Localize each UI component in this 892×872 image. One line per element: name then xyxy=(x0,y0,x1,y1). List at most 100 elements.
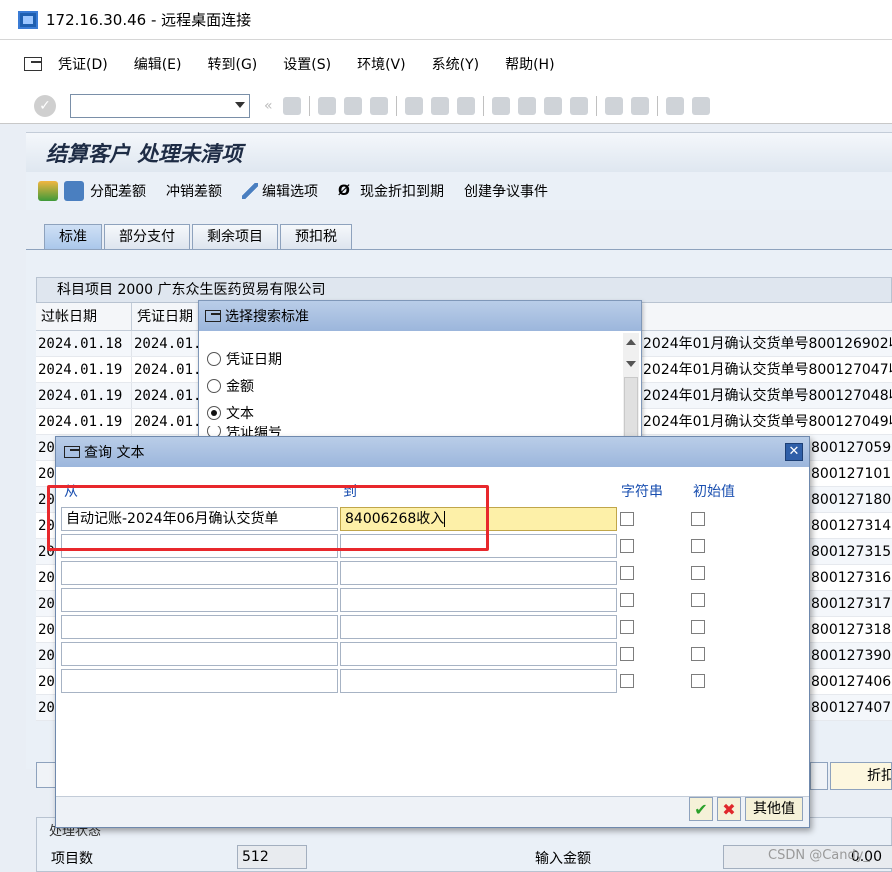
back-icon[interactable] xyxy=(317,96,336,115)
menu-goto[interactable]: 转到(G) xyxy=(208,54,258,74)
cell-document-date: 2024.01. xyxy=(134,414,202,430)
save-icon[interactable] xyxy=(282,96,301,115)
criterion-amount[interactable]: 金额 xyxy=(207,372,282,399)
menu-document[interactable]: 凭证(D) xyxy=(58,54,108,74)
print-icon[interactable] xyxy=(404,96,423,115)
criterion-document-number[interactable]: 凭证编号 xyxy=(207,426,282,436)
close-icon[interactable]: ✕ xyxy=(785,443,803,461)
criterion-label: 文本 xyxy=(226,405,254,422)
cell-posting-date: 2024.01.19 xyxy=(36,357,132,382)
string-checkbox[interactable] xyxy=(620,593,634,607)
radio-button[interactable] xyxy=(207,351,221,366)
enter-check-icon[interactable]: ✓ xyxy=(34,94,56,117)
menu-icon[interactable] xyxy=(24,57,42,71)
string-checkbox[interactable] xyxy=(620,512,634,526)
confirm-button[interactable]: ✔ xyxy=(689,797,713,821)
last-page-icon[interactable] xyxy=(569,96,588,115)
initial-value-checkbox[interactable] xyxy=(691,620,705,634)
chevron-down-icon[interactable] xyxy=(235,101,245,108)
column-string: 字符串 xyxy=(621,484,663,500)
initial-value-checkbox[interactable] xyxy=(691,674,705,688)
from-input[interactable] xyxy=(61,615,338,639)
other-values-button[interactable]: 其他值 xyxy=(745,797,803,821)
menu-help[interactable]: 帮助(H) xyxy=(505,54,554,74)
window-title: 172.16.30.46 - 远程桌面连接 xyxy=(46,11,252,29)
edit-document-icon[interactable] xyxy=(64,181,84,201)
to-input[interactable] xyxy=(340,642,617,666)
string-checkbox[interactable] xyxy=(620,620,634,634)
from-input[interactable] xyxy=(61,642,338,666)
initial-value-checkbox[interactable] xyxy=(691,539,705,553)
to-input[interactable] xyxy=(340,615,617,639)
entered-amount-label: 输入金额 xyxy=(535,851,591,867)
criterion-label: 凭证编号 xyxy=(226,426,282,436)
tab-residual-items[interactable]: 剩余项目 xyxy=(192,224,278,250)
string-checkbox[interactable] xyxy=(620,566,634,580)
layout-menu-icon[interactable] xyxy=(691,96,710,115)
next-page-icon[interactable] xyxy=(543,96,562,115)
first-page-icon[interactable] xyxy=(491,96,510,115)
to-input[interactable] xyxy=(340,669,617,693)
from-input[interactable] xyxy=(61,588,338,612)
back-double-icon[interactable]: « xyxy=(264,98,273,114)
window-title-bar: 172.16.30.46 - 远程桌面连接 xyxy=(0,0,892,40)
pencil-icon xyxy=(242,183,258,199)
help-icon[interactable] xyxy=(665,96,684,115)
edit-options-button[interactable]: 编辑选项 xyxy=(242,181,318,201)
cell-posting-date: 2024.01.19 xyxy=(36,383,132,408)
find-next-icon[interactable] xyxy=(456,96,475,115)
items-count-value: 512 xyxy=(237,845,307,869)
initial-value-checkbox[interactable] xyxy=(691,512,705,526)
cell-document-date: 2024.01. xyxy=(134,388,202,404)
exit-icon[interactable] xyxy=(343,96,362,115)
radio-button[interactable] xyxy=(207,378,221,393)
initial-value-checkbox[interactable] xyxy=(691,566,705,580)
tab-partial-payment[interactable]: 部分支付 xyxy=(104,224,190,250)
scroll-thumb[interactable] xyxy=(624,377,638,437)
select-layout-button[interactable] xyxy=(36,762,56,788)
writeoff-difference-button[interactable]: 冲销差额 xyxy=(166,181,222,201)
toolbar-separator xyxy=(656,95,658,116)
discount-button[interactable]: 折扣 xyxy=(830,762,892,790)
menu-system[interactable]: 系统(Y) xyxy=(432,54,479,74)
cell-text: 800127315收 xyxy=(811,544,892,560)
find-icon[interactable] xyxy=(430,96,449,115)
initial-value-checkbox[interactable] xyxy=(691,647,705,661)
previous-page-icon[interactable] xyxy=(517,96,536,115)
from-input[interactable] xyxy=(61,669,338,693)
assign-difference-button[interactable]: 分配差额 xyxy=(90,181,146,201)
criterion-text[interactable]: 文本 xyxy=(207,399,282,426)
string-checkbox[interactable] xyxy=(620,647,634,661)
string-checkbox[interactable] xyxy=(620,539,634,553)
dialog-title: 查询 文本 xyxy=(84,445,145,461)
scroll-down-icon[interactable] xyxy=(626,361,636,367)
cancel-icon[interactable] xyxy=(369,96,388,115)
string-checkbox[interactable] xyxy=(620,674,634,688)
shortcut-icon[interactable] xyxy=(630,96,649,115)
cancel-button[interactable]: ✖ xyxy=(717,797,741,821)
to-input[interactable] xyxy=(340,588,617,612)
scroll-up-icon[interactable] xyxy=(626,339,636,345)
menu-environment[interactable]: 环境(V) xyxy=(357,54,406,74)
cell-text: 800127316收 xyxy=(811,570,892,586)
menu-edit[interactable]: 编辑(E) xyxy=(134,54,182,74)
partial-button[interactable] xyxy=(810,762,828,790)
menu-settings[interactable]: 设置(S) xyxy=(283,54,331,74)
command-field[interactable] xyxy=(70,93,250,118)
tab-withholding-tax[interactable]: 预扣税 xyxy=(280,224,352,250)
radio-button[interactable] xyxy=(207,405,221,420)
to-input[interactable] xyxy=(340,561,617,585)
from-input[interactable] xyxy=(61,561,338,585)
column-initial-value: 初始值 xyxy=(693,484,735,500)
mountain-icon[interactable] xyxy=(38,181,58,201)
create-dispute-button[interactable]: 创建争议事件 xyxy=(464,181,548,201)
criterion-document-date[interactable]: 凭证日期 xyxy=(207,345,282,372)
cash-discount-button[interactable]: Ø 现金折扣到期 xyxy=(338,181,444,201)
cell-document-date: 2024.01. xyxy=(134,336,202,352)
new-session-icon[interactable] xyxy=(604,96,623,115)
radio-button[interactable] xyxy=(207,426,221,436)
cell-text: 2024年01月确认交货单号800127049收 xyxy=(643,414,892,430)
tab-standard[interactable]: 标准 xyxy=(44,224,102,250)
initial-value-checkbox[interactable] xyxy=(691,593,705,607)
column-posting-date[interactable]: 过帐日期 xyxy=(36,303,132,330)
